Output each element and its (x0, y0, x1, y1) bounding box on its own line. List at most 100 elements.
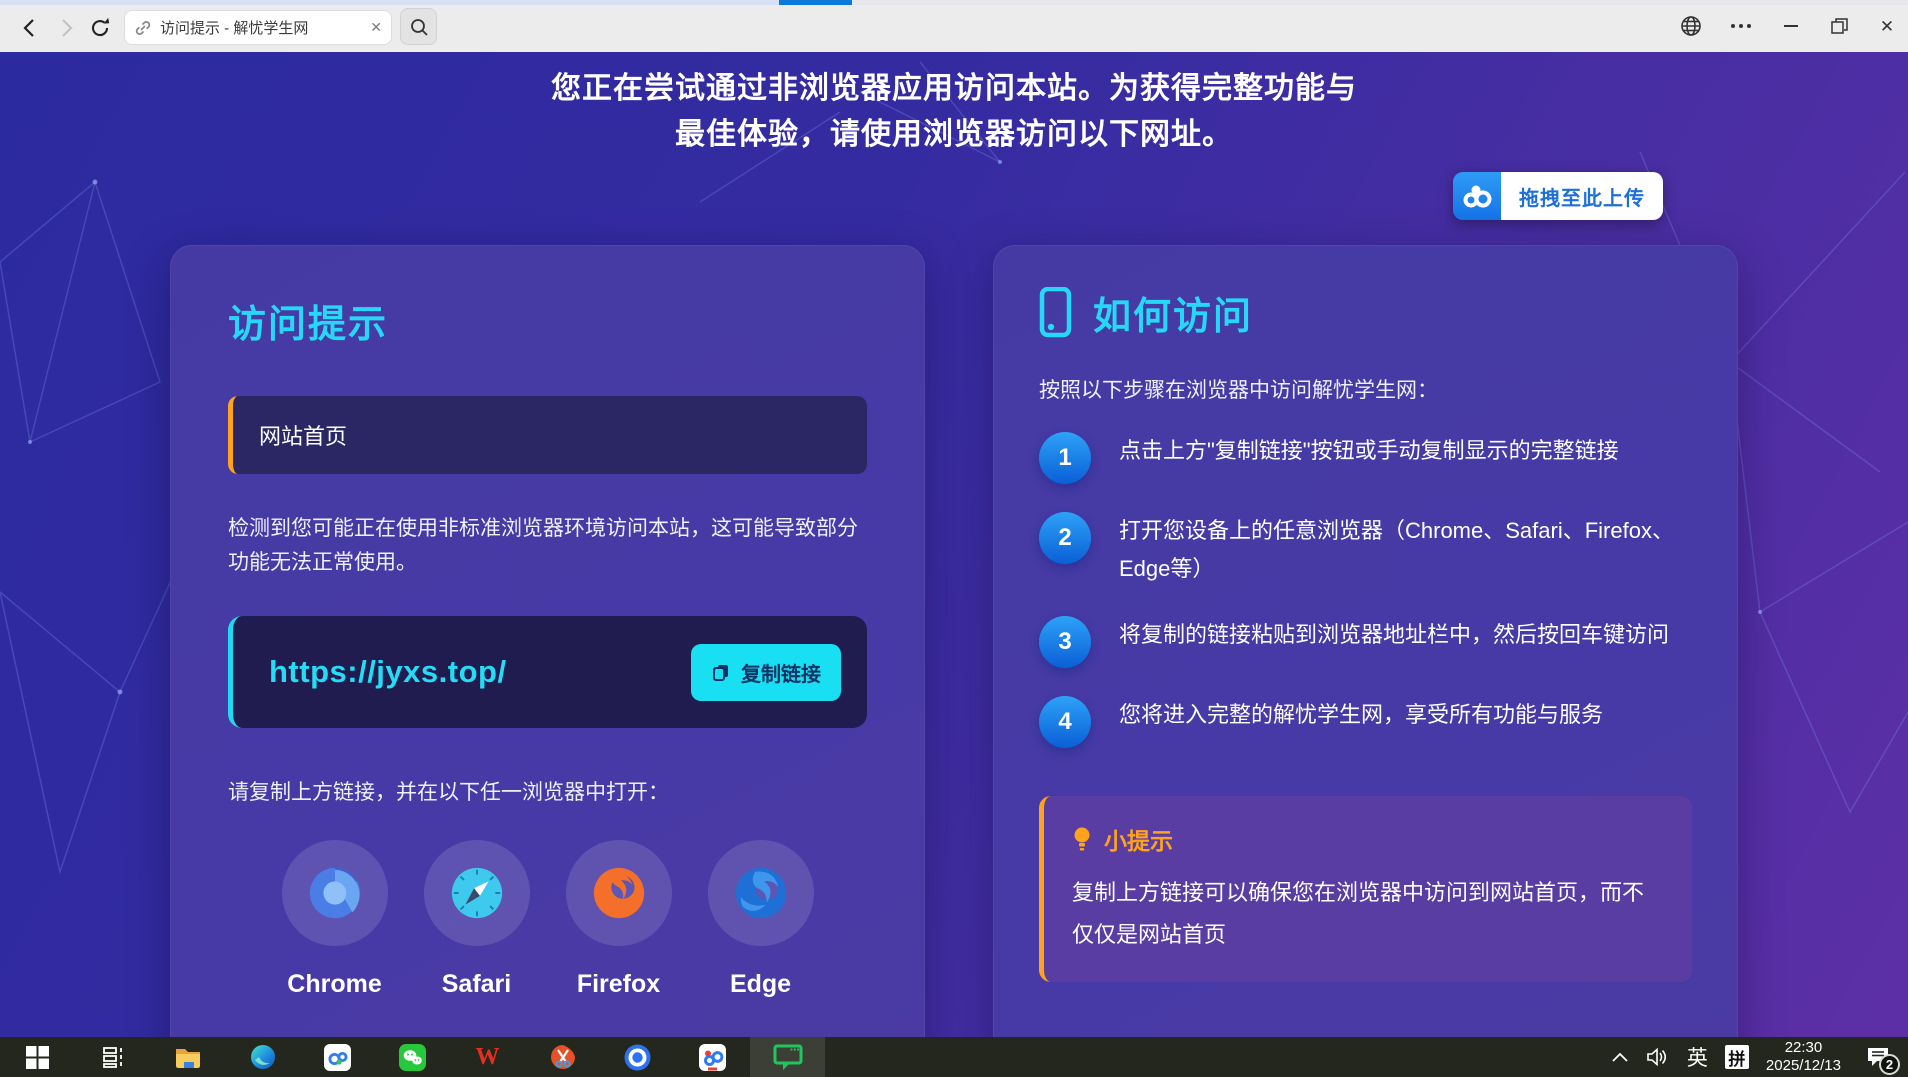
drag-upload-button[interactable]: 拖拽至此上传 (1453, 172, 1663, 220)
screen: 访问提示 - 解忧学生网 ✕ ✕ (0, 0, 1908, 1077)
url-box: https://jyxs.top/ 复制链接 (228, 616, 867, 728)
browser-item-chrome[interactable]: Chrome (282, 840, 388, 999)
steps-intro: 按照以下步骤在浏览器中访问解忧学生网： (1039, 374, 1692, 404)
tab-title: 访问提示 - 解忧学生网 (160, 17, 362, 38)
minimize-icon (1784, 25, 1798, 27)
firefox-icon (566, 840, 672, 946)
file-explorer-button[interactable] (150, 1037, 225, 1077)
baidu-cloud-app-icon (324, 1044, 351, 1071)
taskbar-app-icons: W (0, 1037, 825, 1077)
tip-title: 小提示 (1104, 822, 1173, 856)
network-globe-button[interactable] (1676, 12, 1706, 40)
step-text-2: 打开您设备上的任意浏览器（Chrome、Safari、Firefox、Edge等… (1119, 512, 1692, 588)
step-text-1: 点击上方"复制链接"按钮或手动复制显示的完整链接 (1119, 432, 1692, 484)
more-menu-button[interactable] (1726, 12, 1756, 40)
page-heading: 您正在尝试通过非浏览器应用访问本站。为获得完整功能与 最佳体验，请使用浏览器访问… (0, 66, 1908, 158)
browser-item-firefox[interactable]: Firefox (566, 840, 672, 999)
tip-body: 复制上方链接可以确保您在浏览器中访问到网站首页，而不仅仅是网站首页 (1072, 872, 1664, 956)
link-icon (134, 19, 152, 37)
close-icon: ✕ (1880, 18, 1894, 35)
wps-office-icon: W (476, 1044, 500, 1071)
titlebar-accent-strip-right (852, 0, 1908, 5)
baidu-cloud-app-button[interactable] (300, 1037, 375, 1077)
heading-line-1: 您正在尝试通过非浏览器应用访问本站。为获得完整功能与 (0, 66, 1908, 112)
blue-browser-icon (624, 1044, 651, 1071)
back-button[interactable] (16, 14, 44, 42)
restore-button[interactable] (1824, 12, 1854, 40)
file-explorer-icon (174, 1045, 202, 1070)
tip-box: 小提示 复制上方链接可以确保您在浏览器中访问到网站首页，而不仅仅是网站首页 (1039, 796, 1692, 982)
tip-title-row: 小提示 (1072, 822, 1664, 856)
task-view-icon (100, 1044, 126, 1070)
tray-chevron-icon[interactable] (1611, 1052, 1629, 1063)
ellipsis-icon (1731, 24, 1751, 28)
baidu-netdisk-button[interactable] (675, 1037, 750, 1077)
scissors-icon (550, 1044, 576, 1070)
browser-item-safari[interactable]: Safari (424, 840, 530, 999)
browser-label-edge: Edge (708, 970, 814, 999)
step-number-3: 3 (1039, 616, 1091, 668)
restore-icon (1828, 15, 1850, 37)
tray-date: 2025/12/13 (1766, 1057, 1841, 1075)
browser-label-safari: Safari (424, 970, 530, 999)
ime-language-indicator[interactable]: 英 (1687, 1042, 1708, 1072)
site-url: https://jyxs.top/ (269, 654, 507, 690)
right-card-title-row: 如何访问 (1039, 285, 1692, 340)
refresh-icon (88, 16, 112, 40)
step-row-4: 4 您将进入完整的解忧学生网，享受所有功能与服务 (1039, 696, 1692, 748)
titlebar-accent-strip (0, 0, 779, 5)
address-tab[interactable]: 访问提示 - 解忧学生网 ✕ (124, 10, 392, 45)
speaker-icon[interactable] (1646, 1047, 1670, 1067)
right-card-title: 如何访问 (1093, 285, 1253, 340)
browser-label-chrome: Chrome (282, 970, 388, 999)
start-button[interactable] (0, 1037, 75, 1077)
copy-button-label: 复制链接 (741, 658, 821, 687)
step-row-1: 1 点击上方"复制链接"按钮或手动复制显示的完整链接 (1039, 432, 1692, 484)
browser-item-edge[interactable]: Edge (708, 840, 814, 999)
browser-list: Chrome (228, 840, 867, 999)
blue-browser-button[interactable] (600, 1037, 675, 1077)
windows-taskbar: W (0, 1037, 1908, 1077)
forward-button[interactable] (52, 14, 80, 42)
taskbar-clock[interactable]: 22:30 2025/12/13 (1766, 1039, 1841, 1075)
edge-taskbar-button[interactable] (225, 1037, 300, 1077)
step-number-1: 1 (1039, 432, 1091, 484)
safari-icon (424, 840, 530, 946)
refresh-button[interactable] (86, 14, 114, 42)
step-number-4: 4 (1039, 696, 1091, 748)
baidu-cloud-icon (1462, 183, 1492, 209)
search-icon (409, 17, 429, 37)
clip-tool-button[interactable] (525, 1037, 600, 1077)
step-row-3: 3 将复制的链接粘贴到浏览器地址栏中，然后按回车键访问 (1039, 616, 1692, 668)
wps-office-button[interactable]: W (450, 1037, 525, 1077)
forward-icon (54, 16, 78, 40)
browser-label-firefox: Firefox (566, 970, 672, 999)
wechat-button[interactable] (375, 1037, 450, 1077)
access-notice-card: 访问提示 网站首页 检测到您可能正在使用非标准浏览器环境访问本站，这可能导致部分… (170, 245, 925, 1037)
ime-pinyin-indicator[interactable]: 拼 (1725, 1045, 1749, 1069)
task-view-button[interactable] (75, 1037, 150, 1077)
system-tray: 英 拼 22:30 2025/12/13 2 (1611, 1037, 1908, 1077)
windows-logo-icon (25, 1045, 50, 1070)
step-text-4: 您将进入完整的解忧学生网，享受所有功能与服务 (1119, 696, 1692, 748)
close-window-button[interactable]: ✕ (1872, 12, 1902, 40)
webview-page: 您正在尝试通过非浏览器应用访问本站。为获得完整功能与 最佳体验，请使用浏览器访问… (0, 52, 1908, 1037)
copy-link-button[interactable]: 复制链接 (691, 644, 841, 701)
minimize-button[interactable] (1776, 12, 1806, 40)
site-name-label: 网站首页 (259, 424, 347, 449)
lightbulb-icon (1072, 826, 1092, 853)
green-window-app-button[interactable] (750, 1037, 825, 1077)
site-name-box: 网站首页 (228, 396, 867, 474)
chrome-icon (282, 840, 388, 946)
copy-icon (711, 662, 731, 682)
upload-icon-tile (1453, 172, 1501, 220)
step-text-3: 将复制的链接粘贴到浏览器地址栏中，然后按回车键访问 (1119, 616, 1692, 668)
notification-center-button[interactable]: 2 (1858, 1040, 1898, 1074)
tab-close-button[interactable]: ✕ (370, 19, 382, 36)
search-button[interactable] (400, 8, 437, 45)
browser-titlebar: 访问提示 - 解忧学生网 ✕ ✕ (0, 0, 1908, 52)
green-window-icon (773, 1043, 803, 1071)
notification-badge: 2 (1879, 1054, 1900, 1075)
back-icon (18, 16, 42, 40)
edge-taskbar-icon (250, 1044, 276, 1070)
